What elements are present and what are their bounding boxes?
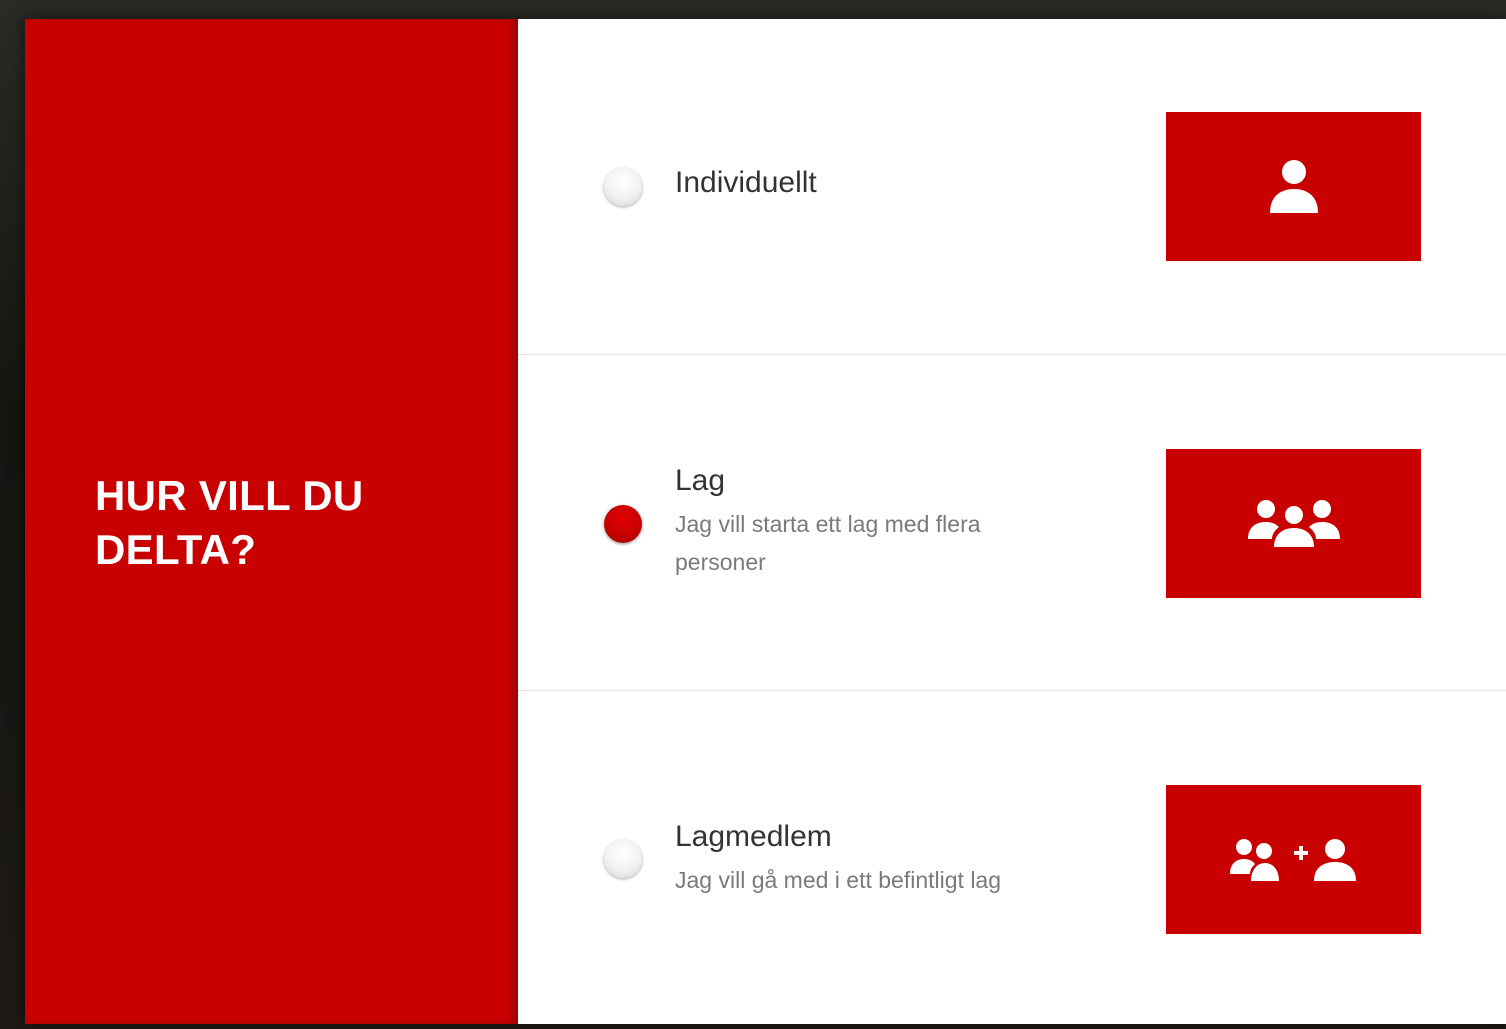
- option-title: Lag: [675, 464, 726, 497]
- option-icon-box[interactable]: [1166, 449, 1421, 598]
- option-title: Individuellt: [675, 166, 817, 199]
- heading-panel: HUR VILL DU DELTA?: [25, 19, 518, 1024]
- options-panel: Individuellt Lag Jag vill starta ett lag…: [518, 19, 1506, 1024]
- join-group-icon: [1229, 838, 1356, 881]
- user-icon: [1269, 159, 1318, 213]
- option-lag[interactable]: Lag Jag vill starta ett lag med flera pe…: [518, 355, 1506, 691]
- participation-modal: HUR VILL DU DELTA? Individuellt Lag Jag …: [25, 19, 1506, 1024]
- users-group-icon: [1247, 499, 1340, 547]
- option-icon-box[interactable]: [1166, 785, 1421, 934]
- option-individuellt[interactable]: Individuellt: [518, 19, 1506, 355]
- radio-lagmedlem[interactable]: [604, 840, 642, 878]
- option-text: Individuellt: [675, 165, 1055, 201]
- option-description: Jag vill starta ett lag med flera person…: [675, 511, 981, 575]
- radio-lag[interactable]: [604, 505, 642, 543]
- option-description: Jag vill gå med i ett befintligt lag: [675, 867, 1002, 893]
- option-icon-box[interactable]: [1166, 112, 1421, 261]
- option-text: Lagmedlem Jag vill gå med i ett befintli…: [675, 819, 1055, 899]
- option-title: Lagmedlem: [675, 820, 832, 853]
- option-lagmedlem[interactable]: Lagmedlem Jag vill gå med i ett befintli…: [518, 691, 1506, 1024]
- option-text: Lag Jag vill starta ett lag med flera pe…: [675, 463, 1055, 581]
- page-title: HUR VILL DU DELTA?: [95, 472, 364, 573]
- radio-individuellt[interactable]: [604, 168, 642, 206]
